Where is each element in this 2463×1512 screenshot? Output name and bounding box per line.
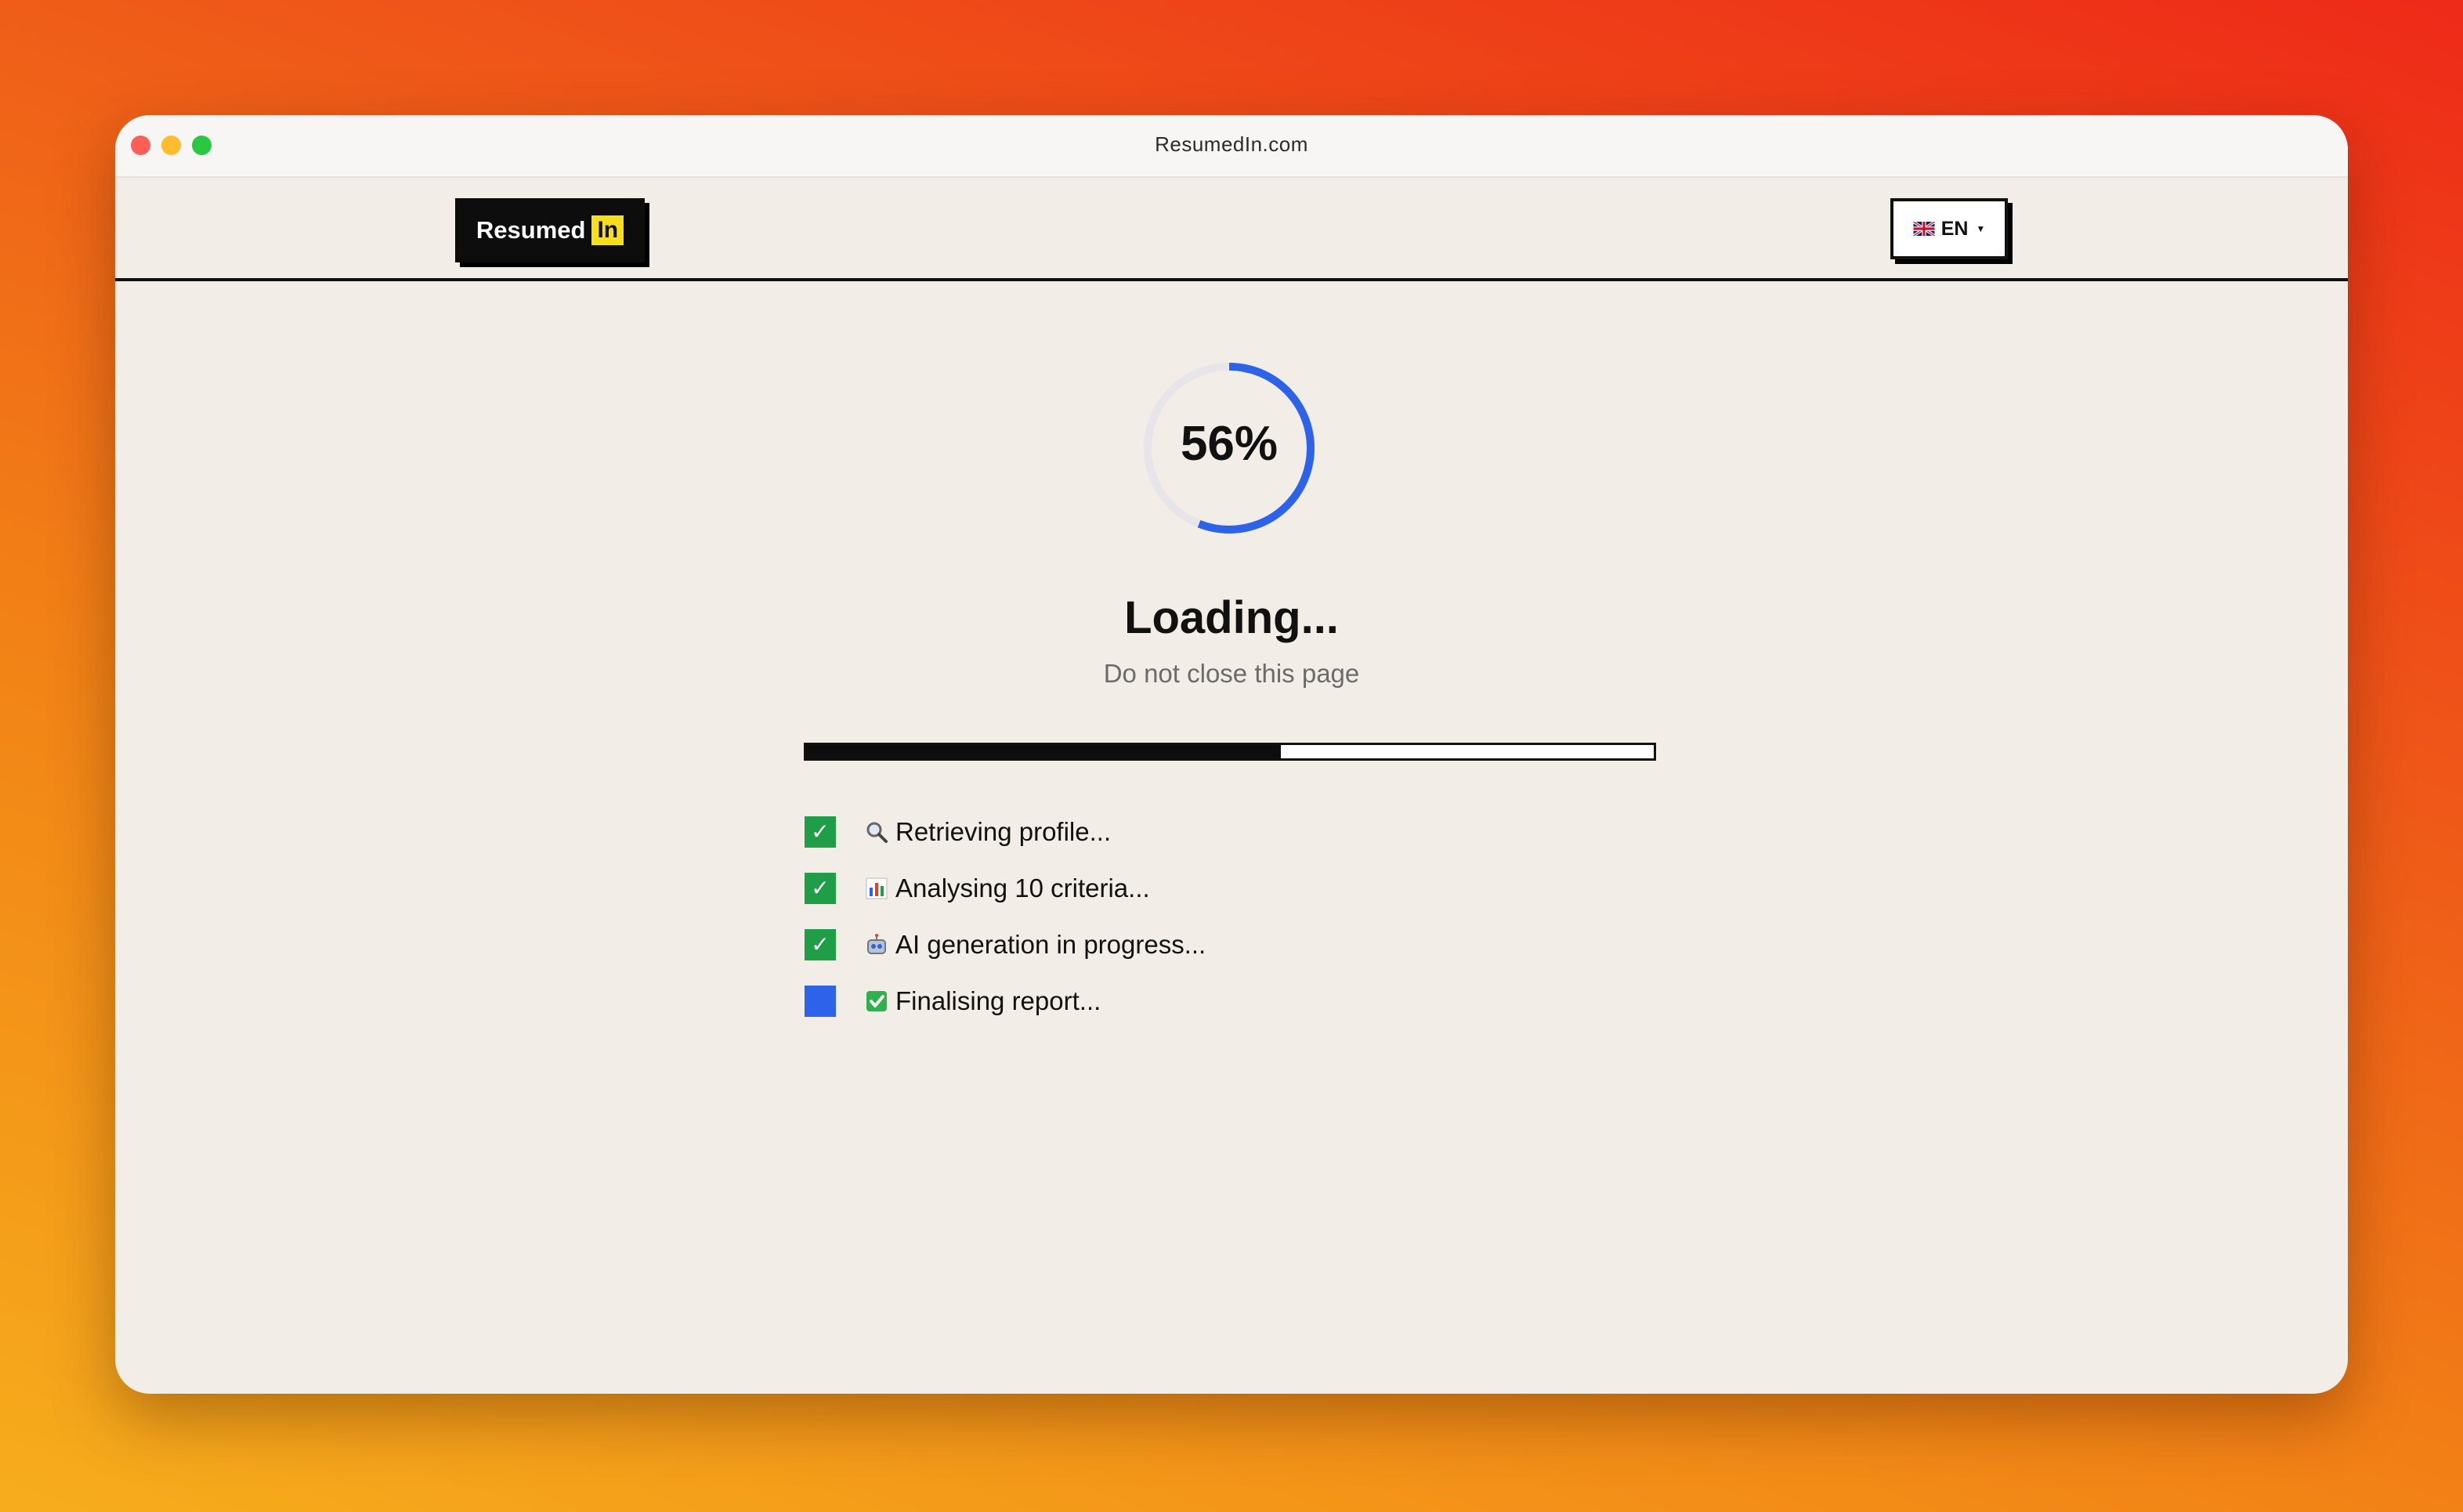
step-label: Retrieving profile...: [895, 816, 1112, 846]
loading-title: Loading...: [1124, 592, 1339, 643]
step-label: AI generation in progress...: [895, 929, 1206, 959]
step-done-checkbox: ✓: [805, 816, 836, 848]
bar-chart-icon: [861, 877, 892, 900]
robot-icon: [861, 933, 892, 957]
step-item: ✓ Retrieving profile...: [805, 816, 1206, 848]
logo-text: Resumed: [476, 216, 586, 244]
logo-badge: In: [591, 215, 624, 246]
progress-percent-label: 56%: [1180, 417, 1279, 471]
browser-titlebar: ResumedIn.com: [115, 115, 2348, 178]
language-code: EN: [1940, 217, 1969, 240]
site-logo[interactable]: Resumed In: [455, 198, 645, 262]
chevron-down-icon: ▼: [1976, 223, 1986, 234]
step-item: ✓ Analysing 10 criteria...: [805, 872, 1206, 904]
step-list: ✓ Retrieving profile... ✓ Analysing 10 crit…: [805, 816, 1206, 1041]
step-label: Analysing 10 criteria...: [895, 873, 1150, 902]
loading-subtitle: Do not close this page: [1103, 659, 1360, 688]
progress-ring: 56%: [1141, 360, 1318, 537]
step-item: ✓ AI generation in progress...: [805, 928, 1206, 960]
language-selector[interactable]: EN ▼: [1890, 198, 2008, 259]
site-header: Resumed In EN ▼: [115, 178, 2348, 281]
step-item: Finalising report...: [805, 985, 1206, 1017]
step-label: Finalising report...: [895, 986, 1101, 1015]
browser-window: ResumedIn.com Resumed In EN ▼ 56% Loadin…: [115, 115, 2348, 1394]
address-bar-url: ResumedIn.com: [1155, 132, 1308, 156]
step-done-checkbox: ✓: [805, 872, 836, 904]
green-check-icon: [861, 989, 892, 1013]
progress-bar-fill: [806, 745, 1281, 758]
step-done-checkbox: ✓: [805, 928, 836, 960]
magnifier-icon: [861, 820, 892, 844]
step-pending-checkbox: [805, 985, 836, 1017]
progress-bar: [804, 743, 1656, 761]
uk-flag-icon: [1912, 222, 1935, 236]
